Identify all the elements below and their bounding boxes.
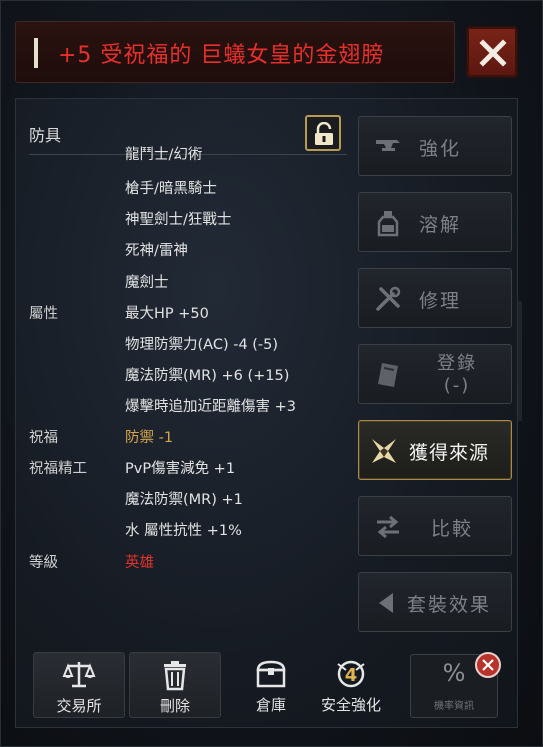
warehouse-label: 倉庫: [255, 696, 286, 714]
attr-value: 槍手/暗黑騎士: [125, 181, 217, 197]
attr-value: 魔劍士: [125, 275, 169, 291]
lock-button[interactable]: [305, 115, 341, 151]
attr-value: 魔法防禦(MR) +1: [125, 492, 243, 508]
repair-label: 修理: [419, 290, 462, 312]
attr-value: 死神/雷神: [125, 243, 188, 259]
compare-button[interactable]: 比較: [358, 496, 512, 556]
safe-enhance-icon: 4: [337, 660, 365, 688]
repair-button[interactable]: 修理: [358, 268, 512, 328]
category-label: 防具: [29, 126, 62, 145]
register-label-line2: (-): [443, 375, 471, 396]
attr-value: 最大HP +50: [125, 306, 209, 322]
register-button[interactable]: 登錄 (-): [358, 344, 512, 404]
attr-value: 龍鬥士/幻術: [125, 147, 203, 163]
attr-value: 水 屬性抗性 +1%: [125, 523, 242, 539]
compare-label: 比較: [431, 518, 474, 540]
set-effect-button[interactable]: 套裝效果: [358, 572, 512, 632]
attr-value: 防禦 -1: [125, 430, 174, 446]
dissolve-button[interactable]: 溶解: [358, 192, 512, 252]
attr-label: 祝福精工: [29, 461, 87, 477]
warehouse-button[interactable]: 倉庫: [231, 652, 311, 718]
trash-icon: [164, 661, 186, 691]
exchange-label: 交易所: [56, 697, 102, 715]
safe-enhance-label: 安全強化: [320, 696, 381, 714]
enhance-label: 強化: [419, 138, 462, 160]
book-icon: [378, 363, 398, 387]
rate-info-close-button[interactable]: [475, 652, 501, 678]
rate-info-label: 機率資訊: [434, 701, 474, 712]
obtain-source-button[interactable]: 獲得來源: [358, 420, 512, 480]
delete-label: 刪除: [159, 697, 190, 715]
lock-icon: [315, 122, 333, 145]
register-label-line1: 登錄: [437, 353, 477, 374]
attr-value: PvP傷害減免 +1: [125, 461, 236, 477]
delete-button[interactable]: 刪除: [129, 652, 221, 718]
close-icon: [479, 39, 507, 67]
close-icon: [482, 659, 494, 671]
item-detail-window: +5 受祝福的 巨蟻女皇的金翅膀 防具 龍鬥士/幻術 槍手/暗黑騎士 神聖劍士/…: [0, 0, 543, 747]
scales-icon: [62, 662, 96, 688]
close-button[interactable]: [466, 26, 518, 78]
enhance-button[interactable]: 強化: [358, 116, 512, 176]
attr-value: 神聖劍士/狂戰士: [125, 212, 232, 228]
potion-bottle-icon: [377, 211, 399, 237]
attr-label: 祝福: [29, 430, 58, 446]
item-name: +5 受祝福的 巨蟻女皇的金翅膀: [58, 43, 385, 68]
repair-tools-icon: [376, 286, 401, 311]
exchange-button[interactable]: 交易所: [33, 652, 125, 718]
safe-enhance-button[interactable]: 4 安全強化: [311, 652, 391, 718]
chest-icon: [256, 660, 286, 688]
set-effect-label: 套裝效果: [407, 594, 492, 616]
safe-enhance-badge: 4: [345, 665, 358, 686]
title-accent-bar: [34, 38, 38, 68]
triangle-left-icon: [379, 593, 393, 613]
dissolve-label: 溶解: [419, 214, 462, 236]
attr-value: 物理防禦力(AC) -4 (-5): [125, 337, 279, 353]
swap-arrows-icon: [377, 515, 399, 539]
anvil-icon: [376, 140, 400, 151]
item-info-panel[interactable]: 防具 龍鬥士/幻術 槍手/暗黑騎士 神聖劍士/狂戰士 死神/雷神 魔劍士 屬性 …: [29, 113, 347, 633]
compass-arrow-icon: [372, 439, 396, 463]
obtain-source-label: 獲得來源: [409, 442, 490, 464]
attr-label: 屬性: [29, 306, 58, 322]
attr-value: 爆擊時追加近距離傷害 +3: [125, 399, 296, 415]
register-label: 登錄 (-): [437, 353, 477, 397]
attr-value: 英雄: [125, 555, 154, 571]
attr-value: 魔法防禦(MR) +6 (+15): [125, 368, 290, 384]
title-bar: +5 受祝福的 巨蟻女皇的金翅膀: [15, 21, 455, 83]
scrollbar[interactable]: [518, 301, 522, 421]
attr-label: 等級: [29, 555, 58, 571]
